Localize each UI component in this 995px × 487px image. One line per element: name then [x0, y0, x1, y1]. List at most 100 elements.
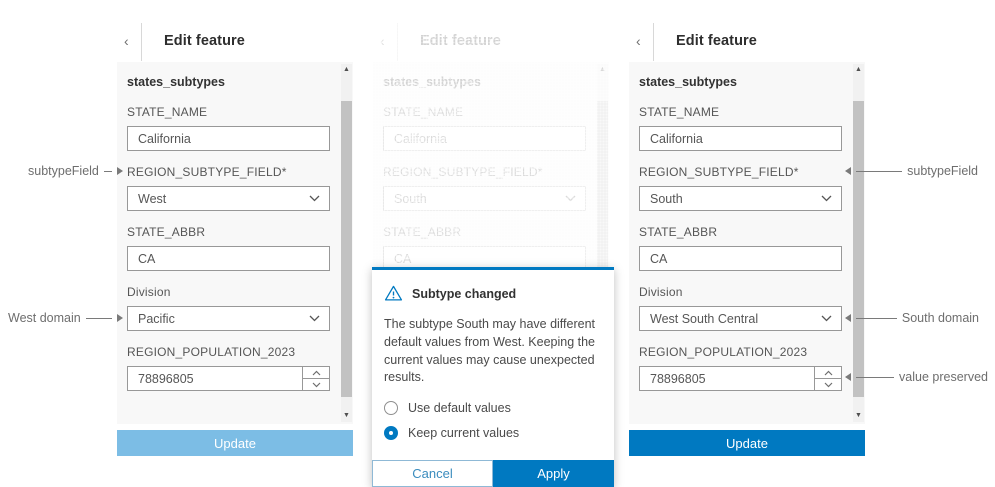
stepper-up-icon[interactable]	[303, 367, 329, 379]
back-icon[interactable]: ‹	[117, 34, 148, 48]
arrow-left-icon	[845, 167, 851, 175]
field-label-state-abbr: STATE_ABBR	[383, 225, 586, 239]
back-icon: ‹	[373, 34, 404, 48]
division-select[interactable]: Pacific	[127, 306, 330, 331]
scrollbar[interactable]: ▲ ▼	[341, 64, 352, 422]
arrow-line	[856, 171, 902, 172]
state-name-input: California	[383, 126, 586, 151]
annotation-text: West domain	[8, 311, 81, 325]
update-button[interactable]: Update	[117, 430, 353, 456]
state-abbr-input[interactable]: CA	[639, 246, 842, 271]
state-abbr-value: CA	[394, 252, 411, 266]
radio-icon[interactable]	[384, 401, 398, 415]
field-label-region-subtype: REGION_SUBTYPE_FIELD*	[639, 165, 842, 179]
form-card: states_subtypes STATE_NAME California RE…	[117, 62, 353, 424]
panel-title: Edit feature	[164, 33, 245, 49]
subtype-changed-dialog: Subtype changed The subtype South may ha…	[372, 267, 614, 487]
panel-header: ‹ Edit feature	[373, 20, 609, 62]
arrow-left-icon	[845, 373, 851, 381]
scroll-up-icon[interactable]: ▲	[341, 64, 352, 76]
stepper-up-icon[interactable]	[815, 367, 841, 379]
scroll-down-icon[interactable]: ▼	[853, 410, 864, 422]
state-name-input[interactable]: California	[127, 126, 330, 151]
annotation-value-preserved: value preserved	[845, 369, 988, 385]
state-name-value: California	[394, 132, 447, 146]
edit-feature-panel-before: ‹ Edit feature states_subtypes STATE_NAM…	[117, 20, 353, 62]
arrow-right-icon	[117, 314, 123, 322]
field-label-population: REGION_POPULATION_2023	[127, 345, 330, 359]
header-divider	[397, 23, 398, 61]
warning-icon	[384, 284, 403, 303]
region-subtype-value: West	[138, 192, 166, 206]
field-label-state-abbr: STATE_ABBR	[127, 225, 330, 239]
arrow-line	[856, 318, 897, 319]
field-label-region-subtype: REGION_SUBTYPE_FIELD*	[383, 165, 586, 179]
chevron-down-icon	[309, 315, 320, 322]
form-title: states_subtypes	[127, 75, 330, 89]
scroll-down-icon[interactable]: ▼	[341, 410, 352, 422]
region-subtype-select[interactable]: West	[127, 186, 330, 211]
stepper-down-icon[interactable]	[815, 379, 841, 390]
scrollbar-thumb[interactable]	[341, 101, 352, 397]
arrow-right-icon	[117, 167, 123, 175]
arrow-line	[86, 318, 112, 319]
arrow-line	[104, 171, 112, 172]
region-subtype-value: South	[394, 192, 427, 206]
edit-feature-panel-after: ‹ Edit feature states_subtypes STATE_NAM…	[629, 20, 865, 62]
panel-header: ‹ Edit feature	[117, 20, 353, 62]
field-label-population: REGION_POPULATION_2023	[639, 345, 842, 359]
arrow-line	[856, 377, 894, 378]
panel-title: Edit feature	[676, 33, 757, 49]
field-label-region-subtype: REGION_SUBTYPE_FIELD*	[127, 165, 330, 179]
radio-label: Use default values	[408, 401, 511, 415]
field-label-state-name: STATE_NAME	[127, 105, 330, 119]
number-stepper	[814, 367, 841, 390]
radio-use-default-values[interactable]: Use default values	[384, 401, 602, 415]
scroll-up-icon[interactable]: ▲	[853, 64, 864, 76]
panel-title: Edit feature	[420, 33, 501, 49]
annotation-south-domain: South domain	[845, 310, 979, 326]
region-subtype-select[interactable]: South	[639, 186, 842, 211]
field-label-state-abbr: STATE_ABBR	[639, 225, 842, 239]
state-abbr-input[interactable]: CA	[127, 246, 330, 271]
division-value: Pacific	[138, 312, 175, 326]
update-button[interactable]: Update	[629, 430, 865, 456]
scrollbar-thumb[interactable]	[853, 101, 864, 397]
region-subtype-value: South	[650, 192, 683, 206]
panel-header: ‹ Edit feature	[629, 20, 865, 62]
state-abbr-value: CA	[650, 252, 667, 266]
form-title: states_subtypes	[639, 75, 842, 89]
chevron-down-icon	[565, 195, 576, 202]
stepper-down-icon[interactable]	[303, 379, 329, 390]
chevron-down-icon	[821, 315, 832, 322]
region-subtype-select: South	[383, 186, 586, 211]
annotation-text: South domain	[902, 311, 979, 325]
annotation-west-domain: West domain	[8, 310, 123, 326]
back-icon[interactable]: ‹	[629, 34, 660, 48]
dialog-title: Subtype changed	[412, 287, 516, 301]
annotation-subtype-field-left: subtypeField	[28, 163, 123, 179]
field-label-state-name: STATE_NAME	[383, 105, 586, 119]
header-divider	[141, 23, 142, 61]
population-input[interactable]: 78896805	[639, 366, 842, 391]
cancel-button[interactable]: Cancel	[372, 460, 493, 487]
chevron-down-icon	[821, 195, 832, 202]
chevron-down-icon	[309, 195, 320, 202]
division-select[interactable]: West South Central	[639, 306, 842, 331]
state-name-input[interactable]: California	[639, 126, 842, 151]
population-value: 78896805	[138, 372, 194, 386]
radio-keep-current-values[interactable]: Keep current values	[384, 426, 602, 440]
state-name-value: California	[650, 132, 703, 146]
annotation-text: value preserved	[899, 370, 988, 384]
header-divider	[653, 23, 654, 61]
number-stepper	[302, 367, 329, 390]
annotation-text: subtypeField	[28, 164, 99, 178]
annotation-subtype-field-right: subtypeField	[845, 163, 978, 179]
apply-button[interactable]: Apply	[493, 460, 614, 487]
radio-icon[interactable]	[384, 426, 398, 440]
field-label-division: Division	[127, 285, 330, 299]
field-label-state-name: STATE_NAME	[639, 105, 842, 119]
edit-feature-panel-dialog: ‹ Edit feature states_subtypes STATE_NAM…	[373, 20, 609, 62]
population-input[interactable]: 78896805	[127, 366, 330, 391]
field-label-division: Division	[639, 285, 842, 299]
